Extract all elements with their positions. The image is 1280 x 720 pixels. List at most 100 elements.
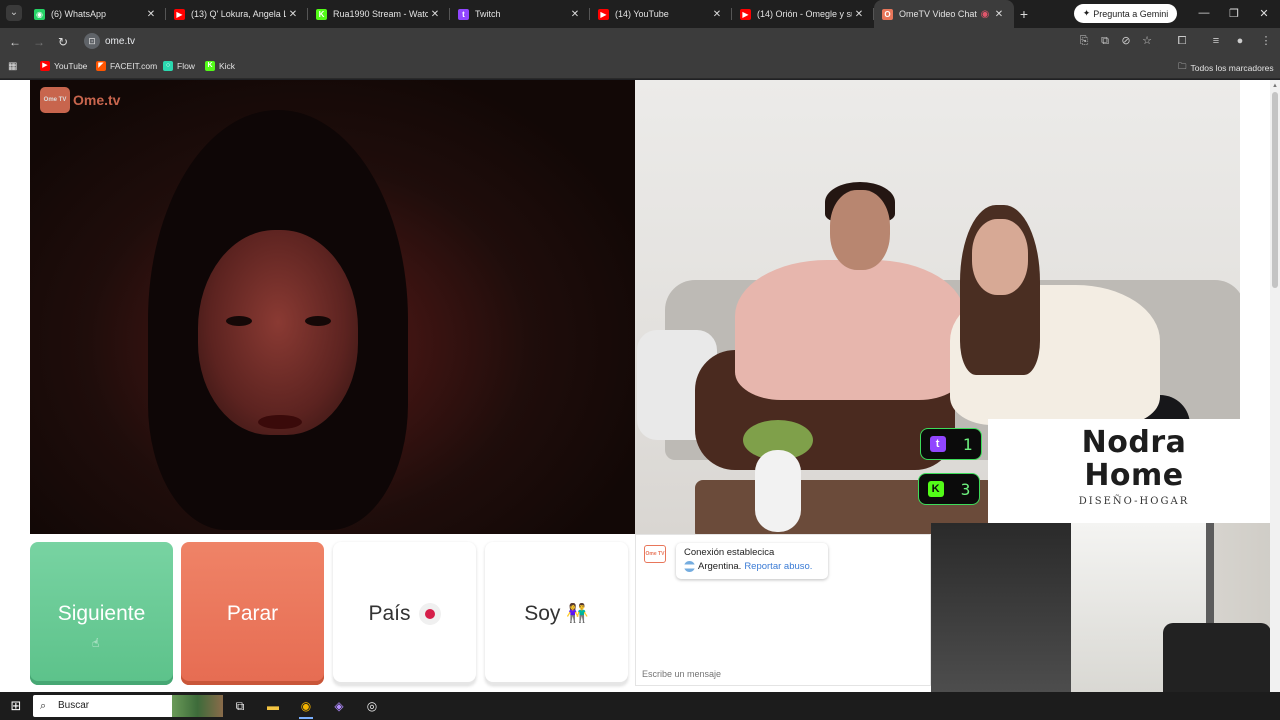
kick-icon: K [205, 61, 215, 71]
forward-icon[interactable]: → [31, 34, 47, 50]
tab-title: (14) Orión - Omegle y su n [757, 9, 852, 19]
translate-icon[interactable]: ⎘ [1077, 34, 1091, 48]
camera-blocked-icon[interactable]: ⊘ [1119, 34, 1133, 48]
stop-button-label: Parar [226, 601, 279, 625]
profile-avatar-icon[interactable]: ● [1233, 34, 1247, 48]
reading-list-icon[interactable]: ≡ [1209, 34, 1223, 48]
scroll-up-arrow-icon[interactable]: ▲ [1271, 82, 1279, 90]
twitch-icon: t [458, 8, 469, 20]
task-view-icon[interactable]: ⧉ [229, 696, 251, 716]
windows-taskbar: ⊞ ⌕ Buscar ⧉ ▬ ◉ ◈ ◎ [0, 692, 1280, 720]
new-tab-icon[interactable]: + [1016, 6, 1032, 22]
tab-title: OmeTV Video Chat — [899, 9, 978, 19]
close-tab-icon[interactable]: ✕ [852, 9, 866, 20]
youtube-icon: ▶ [40, 61, 50, 71]
scrollbar-thumb[interactable] [1272, 92, 1278, 288]
bookmark-youtube[interactable]: ▶ YouTube [40, 61, 87, 71]
bookmark-kick[interactable]: K Kick [205, 61, 235, 71]
close-tab-icon[interactable]: ✕ [144, 9, 158, 20]
apps-grid-icon[interactable]: ▦ [8, 61, 17, 72]
gemini-sparkle-icon: ✦ [1082, 8, 1091, 18]
remote-person-1 [695, 182, 965, 470]
bookmark-flow[interactable]: ○ Flow [163, 61, 195, 71]
bookmarks-bar: ▦ ▶ YouTube ◤ FACEIT.com ○ Flow K Kick 🗀 Todos … [0, 55, 1280, 79]
tab-3[interactable]: K Rua1990 Stream - Watch L✕ [308, 0, 450, 28]
discord-app-icon[interactable]: ◈ [328, 696, 350, 716]
ometv-logo-badge: Ome TV [40, 87, 70, 113]
kick-icon: K [927, 481, 944, 497]
couple-icon: 👫 [566, 603, 589, 623]
search-highlight-image [172, 695, 223, 717]
chrome-icon[interactable]: ◉ [295, 696, 317, 719]
extensions-icon[interactable]: ⧠ [1175, 34, 1189, 48]
folder-icon: 🗀 [1178, 61, 1187, 71]
tab-strip: ⌄ ◉ (6) WhatsApp ✕ ▶ (13) Q' Lokura, Angela … [0, 0, 1280, 28]
close-tab-icon[interactable]: ✕ [992, 9, 1006, 20]
gemini-label: Pregunta a Gemini [1093, 8, 1169, 19]
tab-title: Rua1990 Stream - Watch L [333, 9, 428, 19]
minimize-icon[interactable]: — [1197, 7, 1211, 19]
browser-toolbar: ← → ↻ ⊡ ome.tv ⎘ ⧉ ⊘ ☆ ⧠ ≡ ● ⋮ [0, 28, 1280, 55]
report-abuse-link[interactable]: Reportar abuso. [744, 561, 812, 572]
url-text[interactable]: ome.tv [105, 36, 135, 47]
kick-viewer-count: 3 [960, 479, 971, 499]
bookmark-star-icon[interactable]: ☆ [1140, 34, 1154, 48]
kick-viewer-badge: K 3 [918, 473, 980, 505]
next-button[interactable]: Siguiente [30, 542, 173, 685]
next-button-label: Siguiente [57, 601, 146, 625]
country-button-label: País [368, 601, 411, 625]
close-tab-icon[interactable]: ✕ [286, 9, 300, 20]
kick-icon: K [316, 8, 327, 20]
tab-7[interactable]: O OmeTV Video Chat —◉✕ [874, 0, 1014, 28]
tab-1[interactable]: ◉ (6) WhatsApp ✕ [26, 0, 166, 28]
bookmark-faceit-com[interactable]: ◤ FACEIT.com [96, 61, 157, 71]
windows-start-icon[interactable]: ⊞ [9, 699, 23, 713]
all-bookmarks-label: Todos los marcadores [1190, 63, 1274, 73]
sponsor-title-line2: Home [1084, 458, 1184, 493]
file-explorer-icon[interactable]: ▬ [262, 696, 284, 716]
twitch-viewer-count: 1 [962, 434, 973, 454]
tab-5[interactable]: ▶ (14) YouTube ✕ [590, 0, 732, 28]
bookmark-label: FACEIT.com [110, 61, 158, 71]
person-face [198, 230, 358, 435]
flow-icon: ○ [163, 61, 173, 71]
tab-6[interactable]: ▶ (14) Orión - Omegle y su n✕ [732, 0, 874, 28]
chat-message-input[interactable] [642, 667, 922, 681]
site-info-icon[interactable]: ⊡ [84, 33, 100, 49]
ometv-chat-logo-icon: Ome TV [644, 545, 666, 563]
gender-button-label: Soy [524, 601, 561, 625]
country-flag-icon [418, 602, 441, 625]
more-menu-icon[interactable]: ⋮ [1259, 34, 1273, 48]
twitch-viewer-badge: t 1 [920, 428, 982, 460]
sponsor-subtitle: DISEÑO-HOGAR [1078, 496, 1190, 507]
back-icon[interactable]: ← [7, 34, 23, 50]
tab-search-menu-icon[interactable]: ⌄ [6, 5, 22, 21]
close-tab-icon[interactable]: ✕ [568, 9, 582, 20]
youtube-icon: ▶ [174, 8, 185, 20]
ometv-icon: O [882, 8, 893, 20]
country-button[interactable]: País [333, 542, 476, 685]
restore-icon[interactable]: ❐ [1227, 7, 1241, 20]
gemini-button[interactable]: ✦ Pregunta a Gemini [1074, 4, 1177, 23]
address-bar[interactable] [80, 32, 1160, 51]
gender-button[interactable]: Soy 👫 [485, 542, 628, 685]
tab-2[interactable]: ▶ (13) Q' Lokura, Angela Lei ✕ [166, 0, 308, 28]
tab-title: (14) YouTube [615, 9, 669, 19]
install-app-icon[interactable]: ⧉ [1098, 34, 1112, 48]
local-video [30, 80, 635, 534]
tab-title: Twitch [475, 9, 501, 19]
tab-4[interactable]: t Twitch ✕ [450, 0, 590, 28]
bookmark-label: Kick [219, 61, 236, 71]
sponsor-banner: Nodra Home DISEÑO-HOGAR [988, 419, 1280, 523]
mouse-cursor-icon: ☝ [92, 636, 100, 650]
ometv-logo: Ome TV Ome.tv [40, 87, 120, 113]
youtube-icon: ▶ [740, 8, 751, 20]
reload-icon[interactable]: ↻ [55, 34, 71, 50]
stop-button[interactable]: Parar [181, 542, 324, 685]
streamer-webcam [931, 523, 1280, 692]
close-tab-icon[interactable]: ✕ [428, 9, 442, 20]
close-window-icon[interactable]: ✕ [1257, 7, 1271, 20]
obs-icon[interactable]: ◎ [361, 696, 383, 716]
all-bookmarks-button[interactable]: 🗀 Todos los marcadores [1178, 61, 1274, 75]
close-tab-icon[interactable]: ✕ [710, 9, 724, 20]
